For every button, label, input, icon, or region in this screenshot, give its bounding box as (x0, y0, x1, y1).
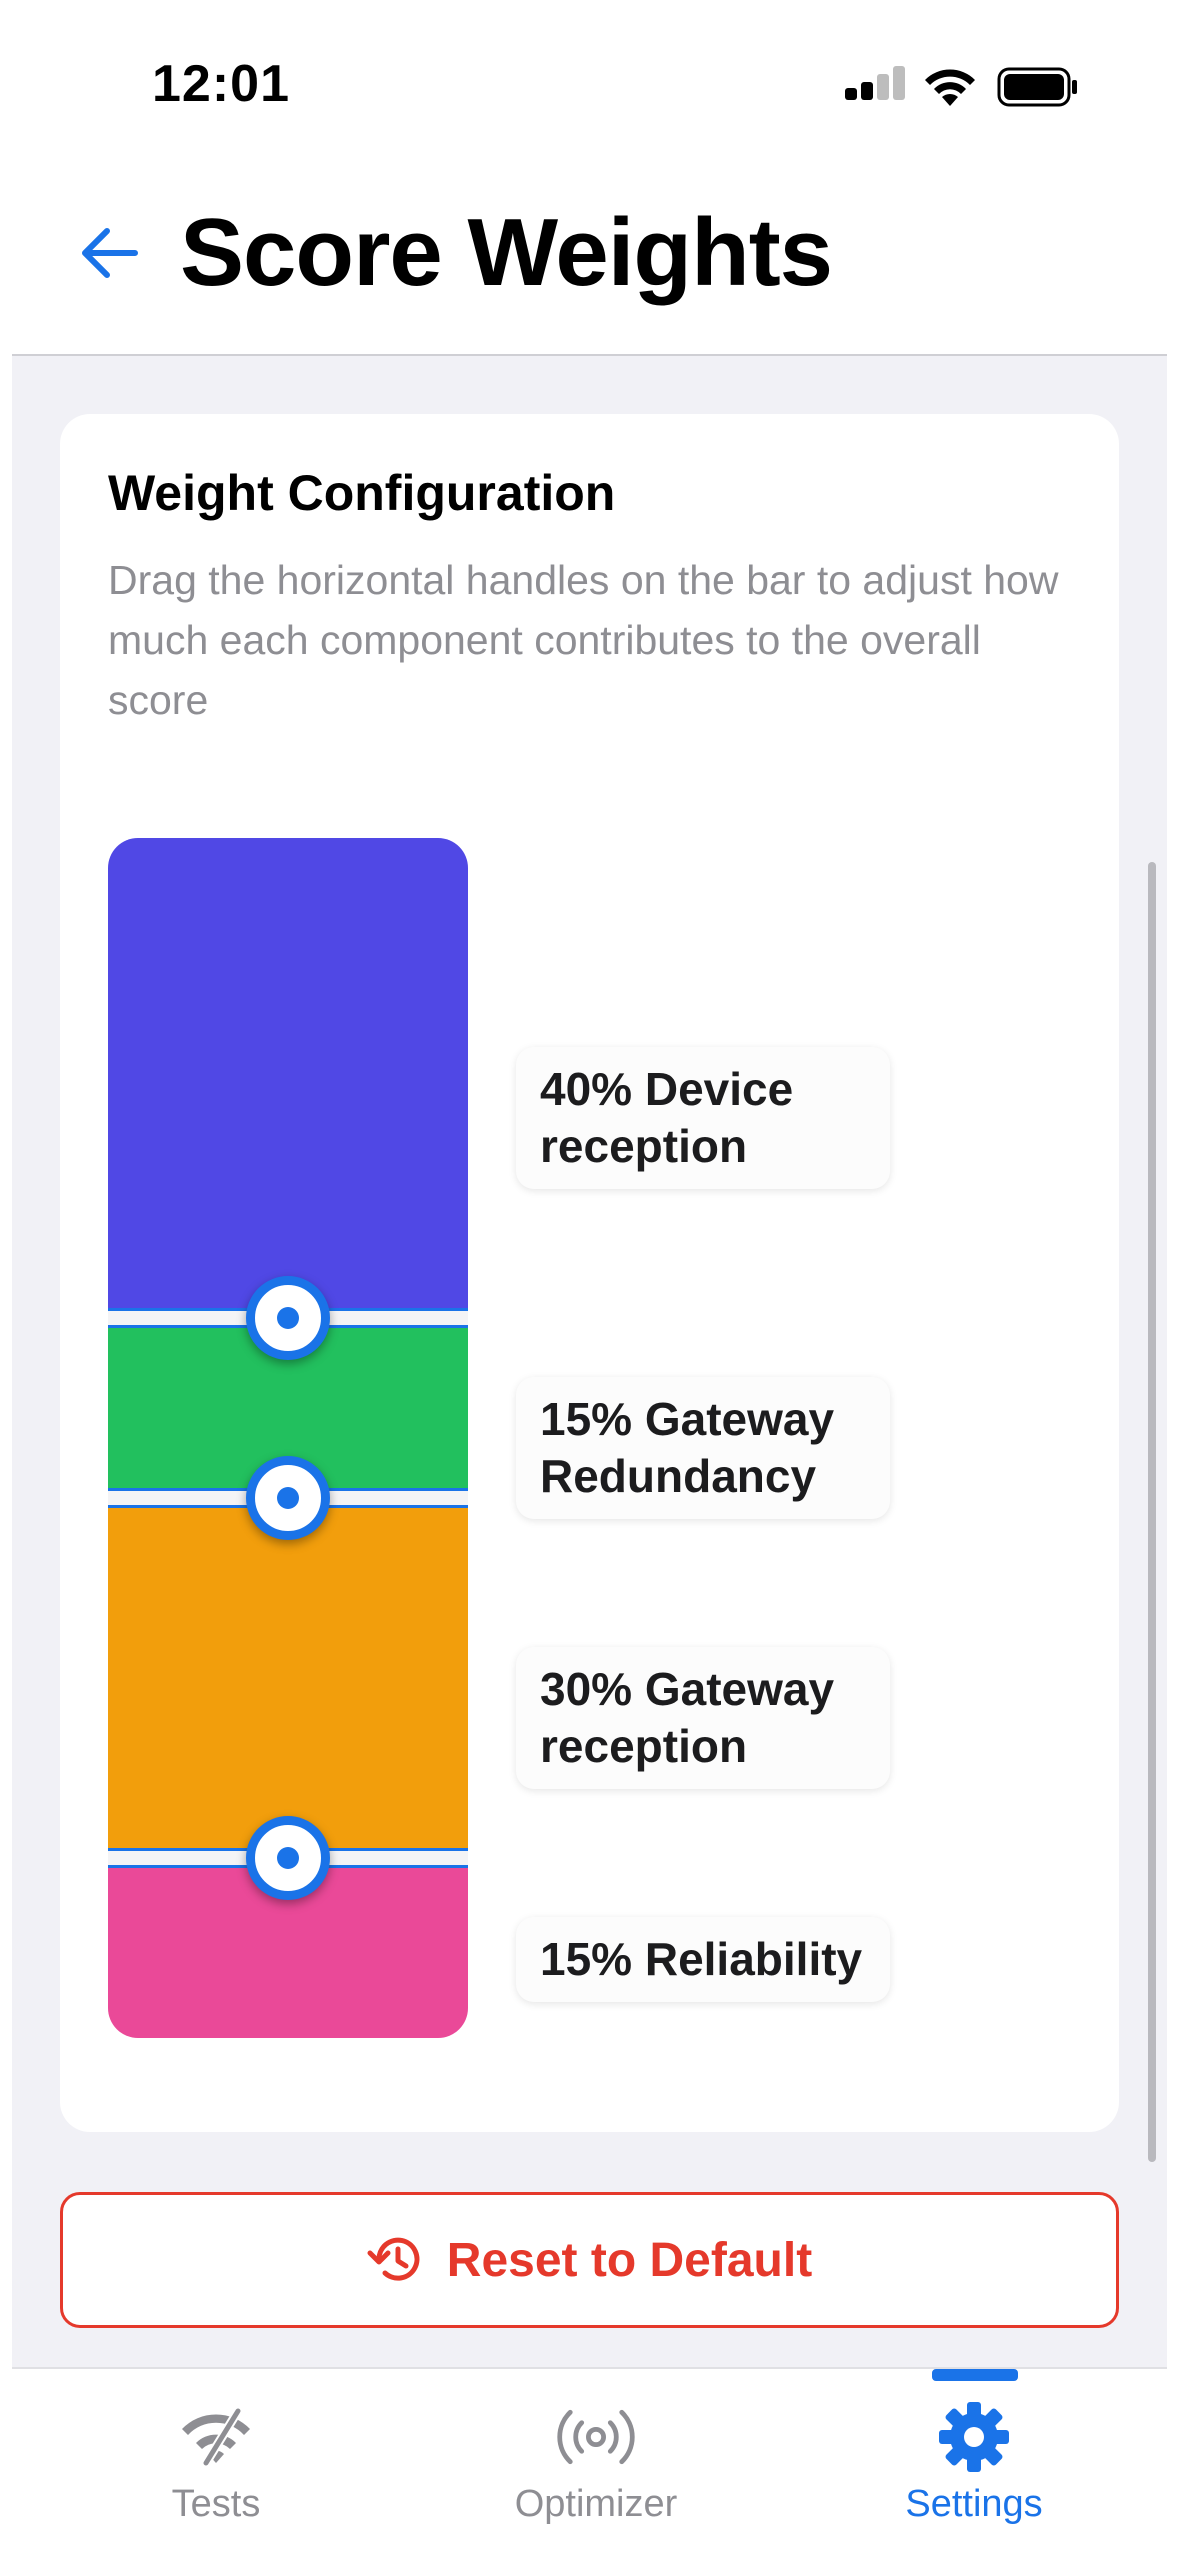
tab-bar: Tests Optimizer Settings (12, 2367, 1167, 2556)
reset-button-label: Reset to Default (446, 2233, 813, 2287)
handle-center-dot (277, 1847, 299, 1869)
history-icon (367, 2237, 420, 2281)
weight-drag-handle[interactable] (246, 1276, 330, 1360)
tab-settings[interactable]: Settings (874, 2369, 1074, 2556)
weight-drag-handle[interactable] (246, 1456, 330, 1540)
back-button[interactable] (74, 218, 144, 288)
handle-center-dot (277, 1307, 299, 1329)
arrow-left-icon (82, 228, 138, 278)
tab-label-settings: Settings (905, 2483, 1043, 2525)
weight-drag-handle[interactable] (246, 1816, 330, 1900)
status-bar: 12:01 (0, 0, 1179, 170)
tab-label-tests: Tests (171, 2483, 261, 2525)
weight-label-reliability: 15% Reliability (516, 1917, 890, 2002)
reset-to-default-button[interactable]: Reset to Default (60, 2192, 1119, 2328)
card-description: Drag the horizontal handles on the bar t… (108, 557, 1059, 723)
weight-label-gateway-reception: 30% Gateway reception (516, 1647, 890, 1789)
tab-tests[interactable]: Tests (116, 2369, 316, 2556)
tab-optimizer[interactable]: Optimizer (486, 2369, 706, 2556)
broadcast-icon (557, 2409, 635, 2465)
status-time: 12:01 (152, 55, 290, 113)
wifi-icon (925, 69, 975, 106)
card-title: Weight Configuration (108, 465, 616, 521)
tab-label-optimizer: Optimizer (514, 2483, 678, 2525)
weight-label-gateway-redundancy: 15% Gateway Redundancy (516, 1377, 890, 1519)
weight-label-device-reception: 40% Device reception (516, 1047, 890, 1189)
weight-segment-device-reception (108, 838, 468, 1318)
header: Score Weights (0, 170, 1179, 356)
scrollbar[interactable] (1148, 862, 1156, 2162)
page-title: Score Weights (180, 199, 833, 306)
battery-icon (997, 67, 1077, 107)
handle-center-dot (277, 1487, 299, 1509)
weight-segment-gateway-reception (108, 1498, 468, 1858)
cellular-signal-icon (845, 66, 905, 100)
gear-icon (939, 2402, 1009, 2472)
wifi-off-icon (182, 2406, 250, 2468)
